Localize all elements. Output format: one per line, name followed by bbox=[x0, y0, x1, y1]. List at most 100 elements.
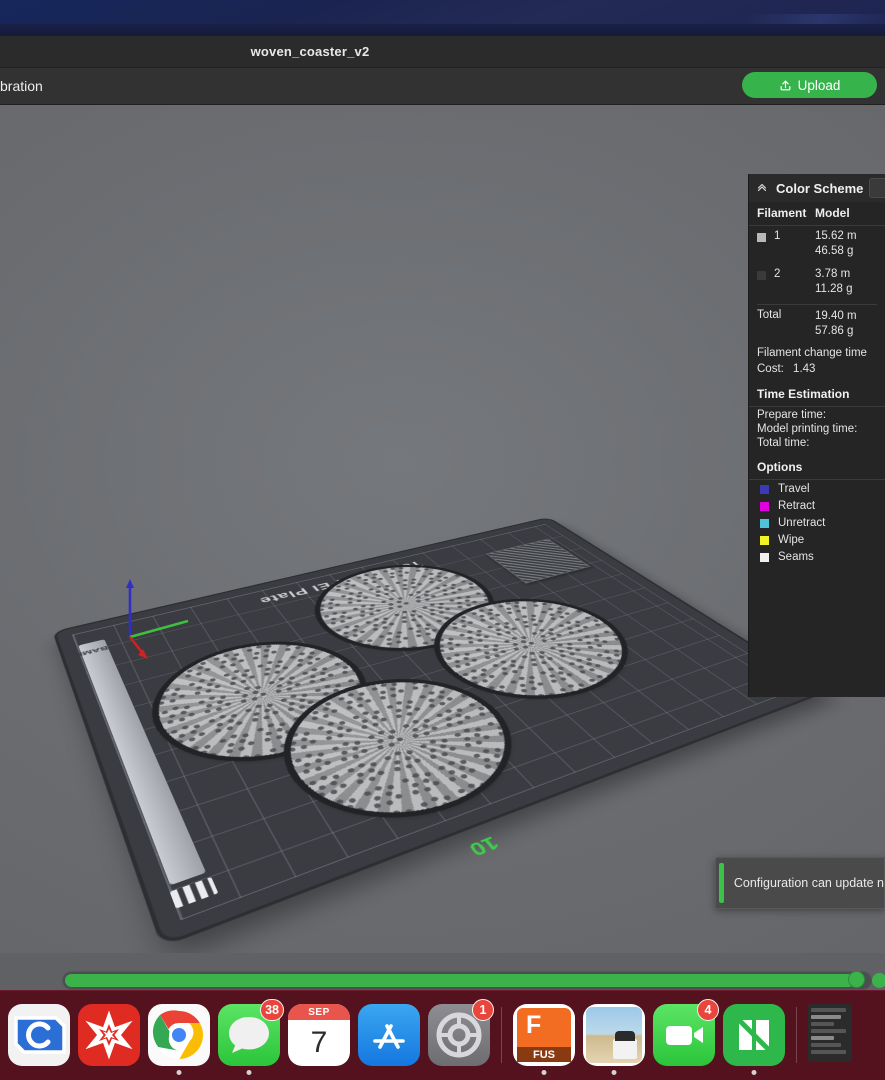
option-swatch bbox=[760, 536, 769, 545]
option-retract[interactable]: Retract bbox=[749, 497, 885, 514]
bambu-studio-icon bbox=[723, 1004, 785, 1066]
layer-slider-handle-right[interactable] bbox=[872, 973, 885, 988]
top-toolbar: bration Upload bbox=[0, 68, 885, 105]
option-label: Retract bbox=[778, 500, 815, 512]
preview-icon bbox=[586, 1007, 642, 1063]
dock-item-mathematica[interactable] bbox=[78, 1004, 140, 1066]
upload-button-label: Upload bbox=[798, 78, 841, 93]
axis-tick-label: 10 bbox=[464, 832, 503, 859]
option-swatch bbox=[760, 502, 769, 511]
thumb-line bbox=[811, 1008, 846, 1012]
time-row-prepare: Prepare time: bbox=[749, 407, 885, 421]
thumb-line bbox=[811, 1022, 834, 1026]
dock-item-cura[interactable] bbox=[8, 1004, 70, 1066]
divider bbox=[757, 304, 877, 305]
filament-table-header: Filament Model bbox=[749, 202, 885, 226]
running-indicator bbox=[177, 1070, 182, 1075]
window-titlebar: woven_coaster_v2 bbox=[0, 36, 885, 68]
option-swatch bbox=[760, 485, 769, 494]
badge-count: 4 bbox=[697, 999, 719, 1021]
thumb-line bbox=[811, 1050, 846, 1054]
time-row-total: Total time: bbox=[749, 435, 885, 449]
filament-change-time: Filament change time bbox=[749, 339, 885, 359]
option-wipe[interactable]: Wipe bbox=[749, 531, 885, 548]
total-time-label: Total time: bbox=[757, 437, 809, 449]
badge-count: 38 bbox=[260, 999, 284, 1021]
time-row-model: Model printing time: bbox=[749, 421, 885, 435]
panel-header[interactable]: Color Scheme bbox=[749, 174, 885, 202]
thumb-line bbox=[811, 1043, 841, 1047]
filament-weight: 11.28 g bbox=[815, 282, 853, 297]
option-seams[interactable]: Seams bbox=[749, 548, 885, 565]
options-title: Options bbox=[749, 456, 885, 480]
running-indicator bbox=[612, 1070, 617, 1075]
table-row[interactable]: 2 3.78 m 11.28 g bbox=[749, 261, 885, 299]
layer-slider-fill bbox=[65, 974, 855, 987]
app-store-icon bbox=[358, 1004, 420, 1066]
dock-item-system-settings[interactable]: 1 bbox=[428, 1004, 490, 1066]
dock-divider bbox=[796, 1007, 797, 1063]
running-indicator bbox=[542, 1070, 547, 1075]
total-row: Total 19.40 m 57.86 g bbox=[749, 309, 885, 339]
page-title: woven_coaster_v2 bbox=[0, 44, 885, 59]
dock-item-chrome[interactable] bbox=[148, 1004, 210, 1066]
option-label: Unretract bbox=[778, 517, 825, 529]
model-printing-time-label: Model printing time: bbox=[757, 423, 857, 435]
dock-item-calendar[interactable]: SEP 7 bbox=[288, 1004, 350, 1066]
dock-item-fusion-360[interactable]: F FUS bbox=[513, 1004, 575, 1066]
toast-message: Configuration can update n bbox=[734, 876, 884, 890]
3d-viewport[interactable]: Textured PEI Plate BAMBU 10 bbox=[0, 105, 885, 953]
dock-item-facetime[interactable]: 4 bbox=[653, 1004, 715, 1066]
preview-panel: Color Scheme Filament Model 1 15.62 m 46… bbox=[748, 174, 885, 697]
dock-divider bbox=[501, 1007, 502, 1063]
mathematica-icon bbox=[78, 1004, 140, 1066]
layer-slider-track[interactable] bbox=[62, 971, 872, 990]
chevron-up-icon[interactable] bbox=[755, 181, 769, 196]
upload-arrow-icon bbox=[779, 79, 792, 92]
total-label: Total bbox=[757, 309, 815, 339]
option-travel[interactable]: Travel bbox=[749, 480, 885, 497]
option-label: Seams bbox=[778, 551, 814, 563]
gizmo-y-axis bbox=[130, 621, 188, 637]
option-label: Travel bbox=[778, 483, 810, 495]
thumb-line bbox=[811, 1029, 846, 1033]
time-estimation-title: Time Estimation bbox=[749, 383, 885, 407]
slicer-window: woven_coaster_v2 bration Upload Plate BA… bbox=[0, 36, 885, 990]
thumb-line bbox=[811, 1015, 841, 1019]
table-row[interactable]: 1 15.62 m 46.58 g bbox=[749, 226, 885, 261]
column-filament: Filament bbox=[757, 206, 815, 220]
filament-length: 3.78 m bbox=[815, 267, 853, 282]
total-weight: 57.86 g bbox=[815, 324, 857, 339]
thumb-line bbox=[811, 1036, 834, 1040]
upload-button[interactable]: Upload bbox=[742, 72, 877, 98]
option-swatch bbox=[760, 519, 769, 528]
filament-weight: 46.58 g bbox=[815, 244, 857, 259]
notification-toast[interactable]: Configuration can update n bbox=[715, 857, 885, 909]
badge-count: 1 bbox=[472, 999, 494, 1021]
tab-calibration[interactable]: bration bbox=[0, 78, 43, 94]
minimized-window-thumbnail[interactable] bbox=[808, 1004, 852, 1062]
option-unretract[interactable]: Unretract bbox=[749, 514, 885, 531]
dock-item-minimized-window[interactable] bbox=[808, 1004, 852, 1066]
chrome-icon bbox=[148, 1004, 210, 1066]
dock-item-bambu-studio[interactable] bbox=[723, 1004, 785, 1066]
option-swatch bbox=[760, 553, 769, 562]
dock-item-preview[interactable] bbox=[583, 1004, 645, 1066]
cost-value: 1.43 bbox=[793, 363, 815, 375]
cost-label: Cost: bbox=[757, 363, 784, 375]
layer-slider-handle[interactable] bbox=[848, 971, 865, 988]
filament-id: 2 bbox=[774, 268, 780, 280]
option-label: Wipe bbox=[778, 534, 804, 546]
calendar-day: 7 bbox=[288, 1020, 350, 1066]
prepare-time-label: Prepare time: bbox=[757, 409, 826, 421]
filament-id: 1 bbox=[774, 230, 780, 242]
cost-row: Cost: 1.43 bbox=[749, 359, 885, 375]
dock-item-app-store[interactable] bbox=[358, 1004, 420, 1066]
running-indicator bbox=[752, 1070, 757, 1075]
color-scheme-dropdown[interactable] bbox=[869, 178, 885, 198]
total-length: 19.40 m bbox=[815, 309, 857, 324]
fusion-label: FUS bbox=[517, 1047, 571, 1062]
dock-item-messages[interactable]: 38 bbox=[218, 1004, 280, 1066]
panel-footer-space bbox=[749, 565, 885, 697]
filament-swatch bbox=[757, 233, 766, 242]
